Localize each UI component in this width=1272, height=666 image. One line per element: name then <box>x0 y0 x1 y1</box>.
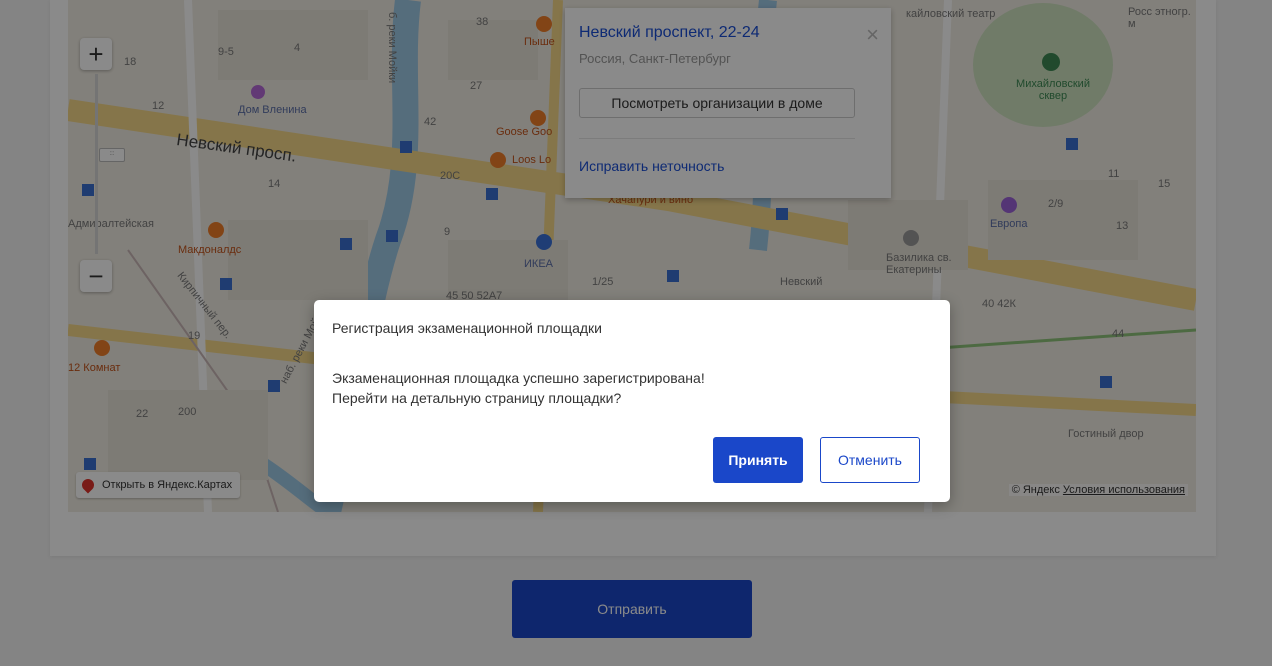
accept-button[interactable]: Принять <box>713 437 803 483</box>
cancel-button[interactable]: Отменить <box>820 437 920 483</box>
confirm-dialog: Регистрация экзаменационной площадки Экз… <box>314 300 950 502</box>
dialog-title: Регистрация экзаменационной площадки <box>332 320 602 336</box>
dialog-message-line: Экзаменационная площадка успешно зарегис… <box>332 370 705 386</box>
dialog-message: Экзаменационная площадка успешно зарегис… <box>332 368 705 408</box>
dialog-message-line: Перейти на детальную страницу площадки? <box>332 390 622 406</box>
